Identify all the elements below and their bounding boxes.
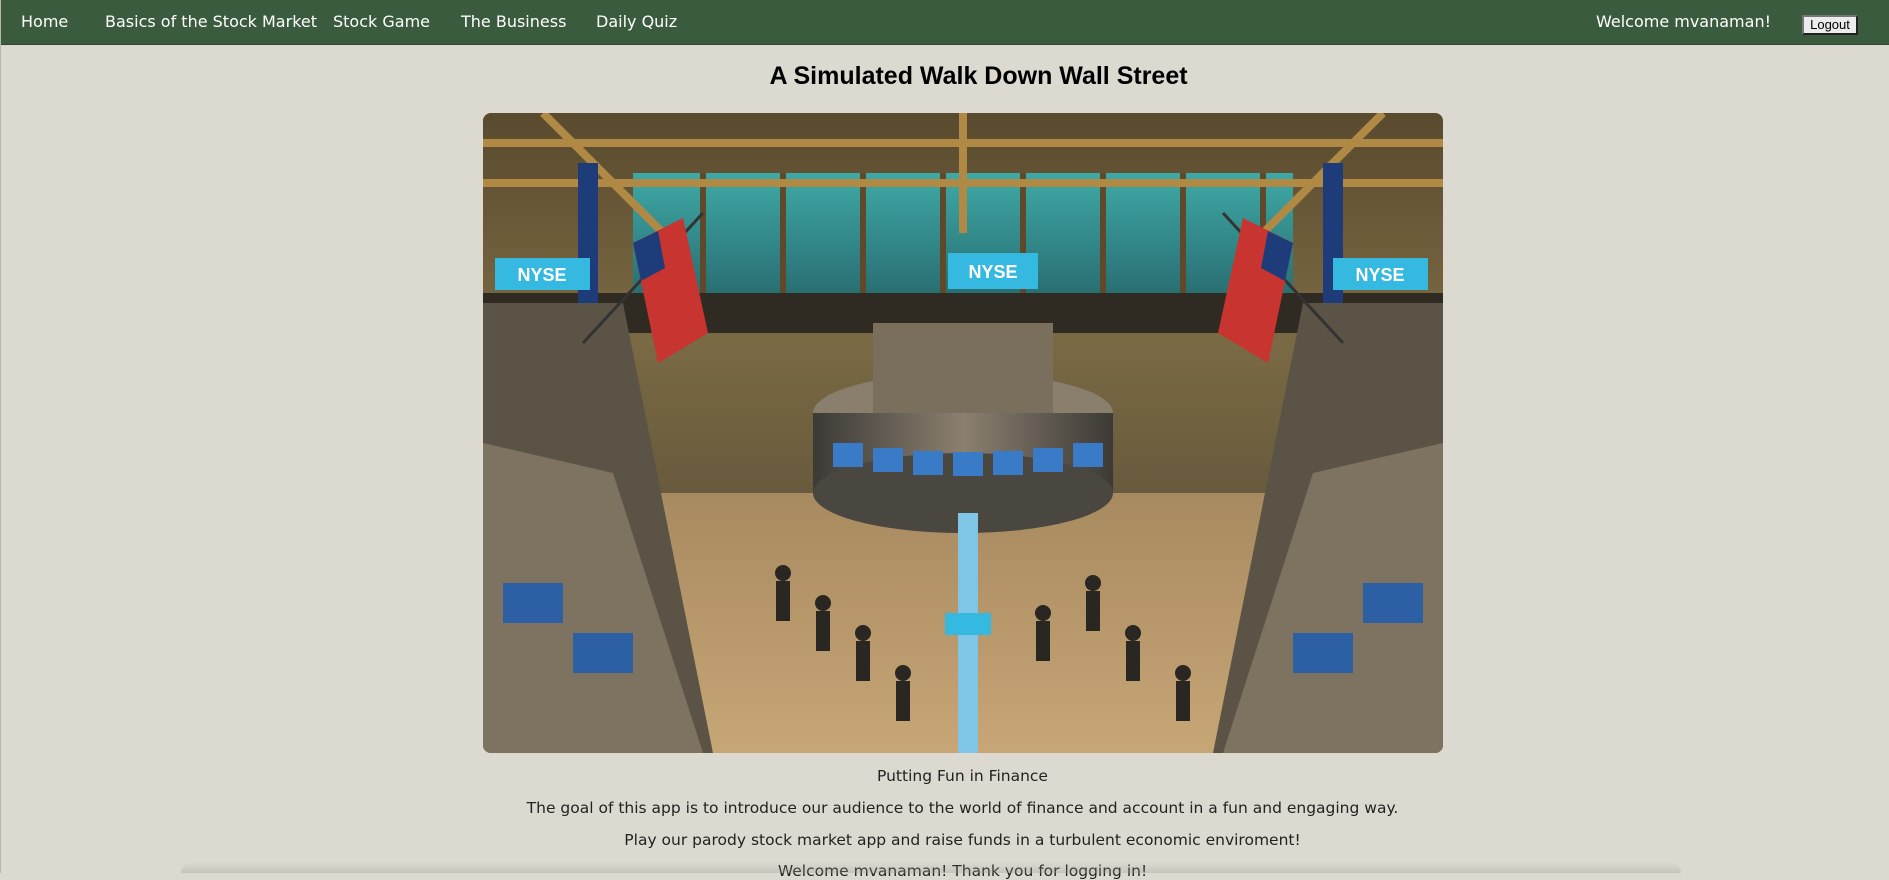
nav-home[interactable]: Home (21, 0, 68, 44)
tagline-text: Putting Fun in Finance (877, 767, 1048, 785)
logout-button[interactable]: Logout (1802, 15, 1858, 35)
svg-text:NYSE: NYSE (517, 265, 566, 285)
nav-stock-game[interactable]: Stock Game (333, 0, 430, 44)
nav-daily-quiz[interactable]: Daily Quiz (596, 0, 677, 44)
nav-the-business[interactable]: The Business (461, 0, 566, 44)
intro-paragraph: The goal of this app is to introduce our… (526, 799, 1399, 817)
nav-basics-of-the-stock-market[interactable]: Basics of the Stock Market (105, 0, 317, 44)
login-welcome-paragraph: Welcome mvanaman! Thank you for logging … (777, 862, 1148, 880)
svg-text:NYSE: NYSE (1355, 265, 1404, 285)
svg-text:NYSE: NYSE (968, 262, 1017, 282)
welcome-user-text: Welcome mvanaman! (1595, 12, 1771, 31)
game-paragraph: Play our parody stock market app and rai… (624, 831, 1301, 849)
trading-floor-photo: NYSE NYSE NYSE (483, 113, 1443, 753)
page-title: A Simulated Walk Down Wall Street (769, 62, 1188, 90)
top-navbar: Home Basics of the Stock Market Stock Ga… (1, 0, 1889, 45)
